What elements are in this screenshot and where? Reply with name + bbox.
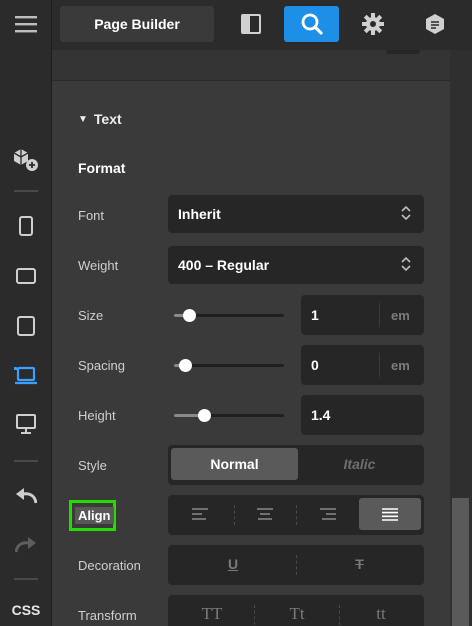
spacing-value: 0 xyxy=(311,357,319,373)
align-right-button[interactable] xyxy=(298,498,358,530)
mobile-landscape-icon[interactable] xyxy=(12,262,40,290)
capitalize-button[interactable]: Tt xyxy=(256,598,338,626)
rail-divider xyxy=(14,190,38,192)
height-input[interactable]: 1.4 xyxy=(301,395,424,435)
properties-panel: ▼ Text Format Font Inherit Weight 400 – … xyxy=(52,50,450,626)
align-label: Align xyxy=(75,507,114,524)
height-label: Height xyxy=(78,408,116,423)
format-subheading: Format xyxy=(78,160,126,176)
spacing-label: Spacing xyxy=(78,358,125,373)
chevron-up-down-icon xyxy=(400,205,412,224)
underline-button[interactable]: U xyxy=(171,548,295,580)
layout-panel-icon[interactable] xyxy=(228,6,274,42)
font-select[interactable]: Inherit xyxy=(168,195,424,233)
gear-icon[interactable] xyxy=(350,6,396,42)
document-hexagon-icon[interactable] xyxy=(412,6,458,42)
spacing-unit[interactable]: em xyxy=(391,358,410,373)
height-slider-thumb[interactable] xyxy=(197,409,211,422)
mobile-portrait-icon[interactable] xyxy=(12,212,40,240)
font-label: Font xyxy=(78,208,105,223)
height-slider[interactable] xyxy=(174,409,284,422)
spacing-slider[interactable] xyxy=(174,359,284,372)
size-unit[interactable]: em xyxy=(391,308,410,323)
align-toggle xyxy=(168,495,424,535)
laptop-icon[interactable] xyxy=(12,361,40,389)
lowercase-button[interactable]: tt xyxy=(341,598,421,626)
desktop-icon[interactable] xyxy=(12,410,40,438)
search-icon[interactable] xyxy=(284,6,339,42)
text-section-header[interactable]: ▼ Text xyxy=(78,111,122,127)
decoration-label: Decoration xyxy=(78,558,141,573)
section-title: Text xyxy=(93,111,122,127)
top-toolbar: Page Builder xyxy=(52,0,472,50)
panel-scrollbar-thumb[interactable] xyxy=(452,498,469,626)
align-left-icon xyxy=(192,508,208,520)
unit-divider xyxy=(379,353,380,377)
style-normal-button[interactable]: Normal xyxy=(171,448,298,480)
transform-label: Transform xyxy=(78,608,137,623)
add-component-icon[interactable] xyxy=(12,146,40,174)
css-button[interactable]: CSS xyxy=(12,596,41,624)
align-center-button[interactable] xyxy=(236,498,294,530)
caret-down-icon: ▼ xyxy=(78,113,88,125)
transform-toggle: TT Tt tt xyxy=(168,595,424,626)
size-value: 1 xyxy=(311,307,319,323)
size-slider-thumb[interactable] xyxy=(183,309,197,322)
size-label: Size xyxy=(78,308,104,323)
size-slider[interactable] xyxy=(174,309,284,322)
align-left-button[interactable] xyxy=(171,498,229,530)
decoration-toggle: U T xyxy=(168,545,424,585)
weight-value: 400 – Regular xyxy=(178,257,270,273)
style-label: Style xyxy=(78,458,107,473)
collapsed-section-bottom xyxy=(52,50,450,81)
weight-label: Weight xyxy=(78,258,119,273)
style-toggle: Normal Italic xyxy=(168,445,424,485)
rail-divider xyxy=(14,460,38,462)
page-builder-button[interactable]: Page Builder xyxy=(60,6,214,42)
size-input[interactable]: 1 em xyxy=(301,295,424,335)
chevron-up-down-icon xyxy=(400,256,412,275)
section-footer-tab xyxy=(386,50,420,54)
style-italic-button[interactable]: Italic xyxy=(298,448,421,480)
font-value: Inherit xyxy=(178,206,221,222)
weight-select[interactable]: 400 – Regular xyxy=(168,246,424,284)
spacing-input[interactable]: 0 em xyxy=(301,345,424,385)
strikethrough-button[interactable]: T xyxy=(298,548,421,580)
align-justify-icon xyxy=(382,507,398,521)
unit-divider xyxy=(379,303,380,327)
undo-icon[interactable] xyxy=(12,481,40,509)
spacing-slider-thumb[interactable] xyxy=(179,359,192,372)
rail-divider xyxy=(14,578,38,580)
align-justify-button[interactable] xyxy=(359,498,421,530)
left-rail: CSS xyxy=(0,0,52,626)
height-value: 1.4 xyxy=(311,407,331,423)
tablet-icon[interactable] xyxy=(12,312,40,340)
hamburger-menu-icon[interactable] xyxy=(12,10,40,38)
align-center-icon xyxy=(257,508,273,520)
uppercase-button[interactable]: TT xyxy=(171,598,253,626)
align-right-icon xyxy=(320,508,336,520)
redo-icon[interactable] xyxy=(12,530,40,558)
